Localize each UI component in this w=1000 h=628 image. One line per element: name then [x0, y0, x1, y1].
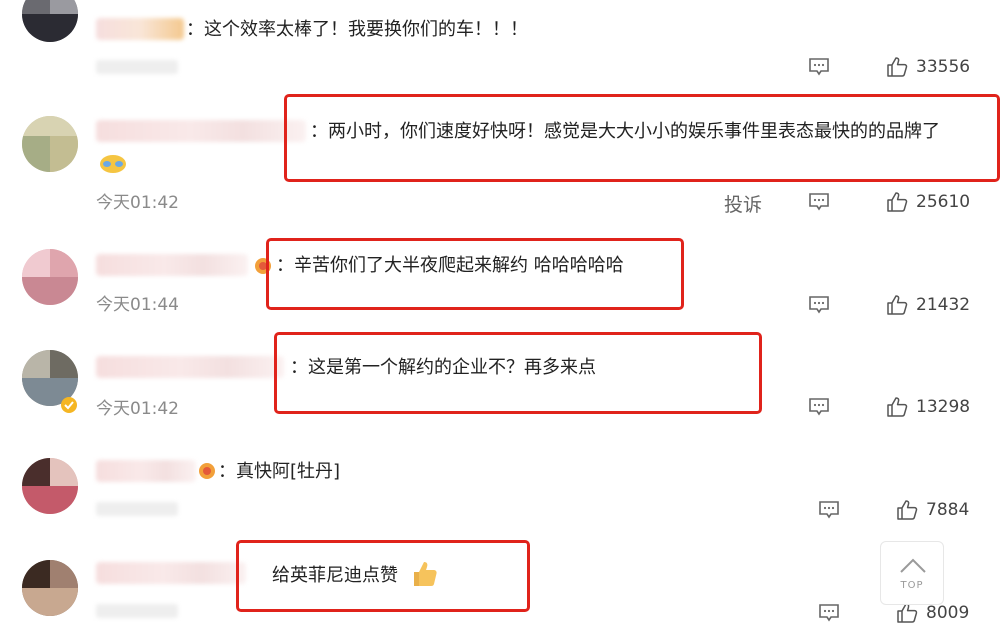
- like-count: 8009: [926, 603, 970, 623]
- like-count: 21432: [916, 295, 971, 315]
- comment-icon[interactable]: [818, 501, 840, 519]
- chevron-up-icon: [900, 558, 926, 573]
- thumbs-up-icon: [887, 57, 908, 77]
- timestamp: 今天01:42: [96, 399, 179, 419]
- username-blurred[interactable]: [96, 18, 184, 40]
- like-button[interactable]: 33556: [886, 56, 970, 78]
- avatar[interactable]: [22, 0, 78, 42]
- vip-badge-icon: [199, 463, 215, 479]
- thumbs-up-icon: [887, 397, 908, 417]
- highlight-box: [284, 94, 1000, 182]
- avatar[interactable]: [22, 116, 78, 172]
- like-count: 25610: [916, 192, 971, 212]
- timestamp-blurred: [96, 60, 178, 74]
- comment-row: ：这个效率太棒了！我要换你们的车！！！ 33556: [0, 0, 1000, 90]
- like-count: 33556: [916, 57, 971, 77]
- timestamp: 今天01:42: [96, 193, 179, 213]
- username-blurred[interactable]: [96, 562, 246, 584]
- username-blurred[interactable]: [96, 254, 248, 276]
- comment-icon[interactable]: [818, 604, 840, 622]
- comment-text: ：这个效率太棒了！我要换你们的车！！！: [186, 19, 528, 40]
- comment-text: ：真快阿[牡丹]: [218, 461, 341, 482]
- username-blurred[interactable]: [96, 120, 306, 142]
- timestamp-blurred: [96, 604, 178, 618]
- thumbs-up-icon: [897, 603, 918, 623]
- verified-badge-icon: [61, 397, 77, 413]
- report-button[interactable]: 投诉: [724, 190, 762, 217]
- timestamp-blurred: [96, 502, 178, 516]
- like-button[interactable]: 8009: [896, 602, 969, 624]
- highlight-box: [274, 332, 762, 414]
- username-blurred[interactable]: [96, 356, 284, 378]
- avatar[interactable]: [22, 249, 78, 305]
- comment-icon[interactable]: [808, 58, 830, 76]
- comment-row: ：真快阿[牡丹] 7884: [0, 442, 1000, 542]
- emoji-badge-icon: [100, 155, 126, 173]
- timestamp: 今天01:44: [96, 295, 179, 315]
- username-blurred[interactable]: [96, 460, 196, 482]
- like-count: 13298: [916, 397, 971, 417]
- thumbs-up-icon: [887, 295, 908, 315]
- like-button[interactable]: 13298: [886, 396, 970, 418]
- comment-icon[interactable]: [808, 193, 830, 211]
- like-button[interactable]: 21432: [886, 294, 970, 316]
- comment-icon[interactable]: [808, 398, 830, 416]
- like-count: 7884: [926, 500, 970, 520]
- avatar[interactable]: [22, 458, 78, 514]
- like-button[interactable]: 25610: [886, 191, 970, 213]
- scroll-top-label: TOP: [900, 580, 924, 591]
- thumbs-up-icon: [887, 192, 908, 212]
- highlight-box: [236, 540, 530, 612]
- like-button[interactable]: 7884: [896, 499, 969, 521]
- thumbs-up-icon: [897, 500, 918, 520]
- scroll-top-button[interactable]: TOP: [880, 541, 944, 605]
- highlight-box: [266, 238, 684, 310]
- avatar[interactable]: [22, 560, 78, 616]
- comment-icon[interactable]: [808, 296, 830, 314]
